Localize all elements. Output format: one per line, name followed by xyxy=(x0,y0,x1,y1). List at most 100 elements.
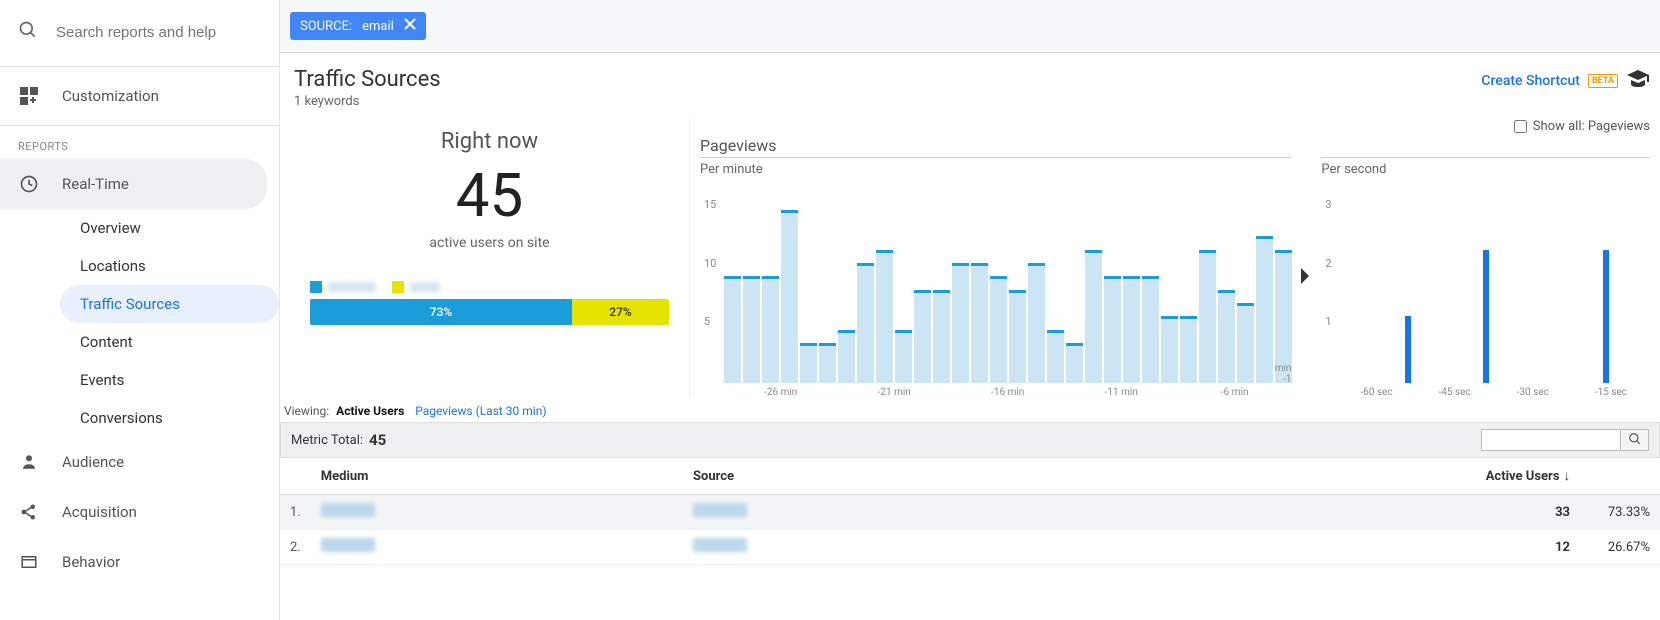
page-subtitle: 1 keywords xyxy=(294,94,441,109)
bar xyxy=(1104,276,1121,383)
search-icon xyxy=(18,20,38,44)
x-axis: -60 sec-45 sec-30 sec-15 sec xyxy=(1321,387,1650,398)
viewing-row: Viewing: Active Users Pageviews (Last 30… xyxy=(280,398,1660,422)
bar xyxy=(1218,290,1235,383)
charts-title: Pageviews xyxy=(700,136,1650,155)
create-shortcut-button[interactable]: Create Shortcut BETA xyxy=(1481,67,1650,95)
sidebar-label: Acquisition xyxy=(62,503,137,521)
sidebar-customization[interactable]: Customization xyxy=(0,71,279,121)
bar xyxy=(876,250,893,383)
bar xyxy=(1405,316,1411,383)
table-row[interactable]: 2.1226.67% xyxy=(280,530,1660,565)
sidebar-sub-conversions[interactable]: Conversions xyxy=(60,399,279,437)
col-source[interactable]: Source xyxy=(683,458,1055,495)
graduation-cap-icon[interactable] xyxy=(1626,67,1650,95)
x-axis-end: min -1 xyxy=(1275,363,1292,385)
swatch-icon xyxy=(392,281,404,293)
col-medium[interactable]: Medium xyxy=(311,458,683,495)
active-users-count: 45 xyxy=(290,160,689,231)
bar xyxy=(1483,250,1489,383)
sidebar-realtime[interactable]: Real-Time xyxy=(0,159,267,209)
right-now-label: Right now xyxy=(290,129,689,154)
share-icon xyxy=(18,501,40,523)
bar xyxy=(1123,276,1140,383)
bar xyxy=(971,263,988,383)
bar xyxy=(895,330,912,383)
person-icon xyxy=(18,451,40,473)
bar xyxy=(952,263,969,383)
legend-blur-text xyxy=(328,282,376,292)
sidebar-sub-content[interactable]: Content xyxy=(60,323,279,361)
table-row[interactable]: 1.3373.33% xyxy=(280,495,1660,530)
bar xyxy=(724,276,741,383)
split-legend xyxy=(310,281,689,293)
sidebar-behavior[interactable]: Behavior xyxy=(0,537,279,587)
col-active-users[interactable]: Active Users↓ xyxy=(1055,458,1580,495)
swatch-icon xyxy=(310,281,322,293)
dashboard-icon xyxy=(18,85,40,107)
table-search xyxy=(1481,429,1649,451)
row-index: 2. xyxy=(280,530,311,565)
cell-pct: 26.67% xyxy=(1580,530,1660,565)
bar xyxy=(838,330,855,383)
clock-icon xyxy=(18,173,40,195)
pageviews-panel: Show all: Pageviews Pageviews Per minute… xyxy=(700,119,1650,398)
viewing-active-users[interactable]: Active Users xyxy=(336,404,404,418)
legend-item-a xyxy=(310,281,376,293)
bar xyxy=(1009,290,1026,383)
cell-source xyxy=(683,530,1055,565)
reports-heading: REPORTS xyxy=(0,130,279,159)
split-seg-b: 27% xyxy=(572,299,669,325)
bar xyxy=(1603,250,1609,383)
search-row xyxy=(0,10,279,62)
split-bar: 73% 27% xyxy=(310,299,669,325)
beta-badge: BETA xyxy=(1588,74,1618,88)
cell-medium xyxy=(311,530,683,565)
cell-medium xyxy=(311,495,683,530)
legend-item-b xyxy=(392,281,440,293)
bar xyxy=(990,276,1007,383)
chart-subtitle: Per minute xyxy=(700,162,1291,177)
bar xyxy=(762,276,779,383)
sidebar-sub-traffic-sources[interactable]: Traffic Sources xyxy=(60,285,279,323)
bar xyxy=(1066,343,1083,383)
search-input[interactable] xyxy=(56,24,236,41)
bar xyxy=(1237,303,1254,383)
sidebar-sub-overview[interactable]: Overview xyxy=(60,209,279,247)
y-axis: 15 10 5 xyxy=(704,183,724,367)
cell-source xyxy=(683,495,1055,530)
bar xyxy=(1161,316,1178,383)
sidebar-label: Customization xyxy=(62,87,159,105)
bar xyxy=(1199,250,1216,383)
cell-count: 33 xyxy=(1055,495,1580,530)
table-search-button[interactable] xyxy=(1621,429,1649,451)
viewing-pageviews[interactable]: Pageviews (Last 30 min) xyxy=(415,404,546,418)
sidebar-label: Audience xyxy=(62,453,124,471)
per-second-chart: Per second 3 2 1 -60 sec-45 sec-30 sec-1… xyxy=(1321,157,1650,398)
page-title: Traffic Sources xyxy=(294,67,441,92)
metric-bar: Metric Total: 45 xyxy=(280,422,1660,458)
sidebar-acquisition[interactable]: Acquisition xyxy=(0,487,279,537)
bar xyxy=(743,276,760,383)
showall-checkbox[interactable] xyxy=(1514,120,1527,133)
cell-pct: 73.33% xyxy=(1580,495,1660,530)
sidebar-label: Behavior xyxy=(62,553,120,571)
chart-subtitle: Per second xyxy=(1321,162,1650,177)
sidebar-sub-locations[interactable]: Locations xyxy=(60,247,279,285)
bar xyxy=(914,290,931,383)
sidebar-audience[interactable]: Audience xyxy=(0,437,279,487)
table-search-input[interactable] xyxy=(1481,429,1621,451)
chart-bars xyxy=(1337,183,1650,383)
sidebar-sub-events[interactable]: Events xyxy=(60,361,279,399)
bar xyxy=(1142,276,1159,383)
bar xyxy=(800,343,817,383)
bar xyxy=(1256,236,1273,383)
bar xyxy=(933,290,950,383)
filter-chip-source[interactable]: SOURCE: email xyxy=(290,12,426,40)
bar xyxy=(781,210,798,383)
bar xyxy=(1085,250,1102,383)
close-icon[interactable] xyxy=(404,18,416,34)
chip-label: SOURCE: xyxy=(300,19,352,34)
chevron-right-icon[interactable] xyxy=(1299,268,1313,288)
metric-label: Metric Total: xyxy=(291,433,363,448)
